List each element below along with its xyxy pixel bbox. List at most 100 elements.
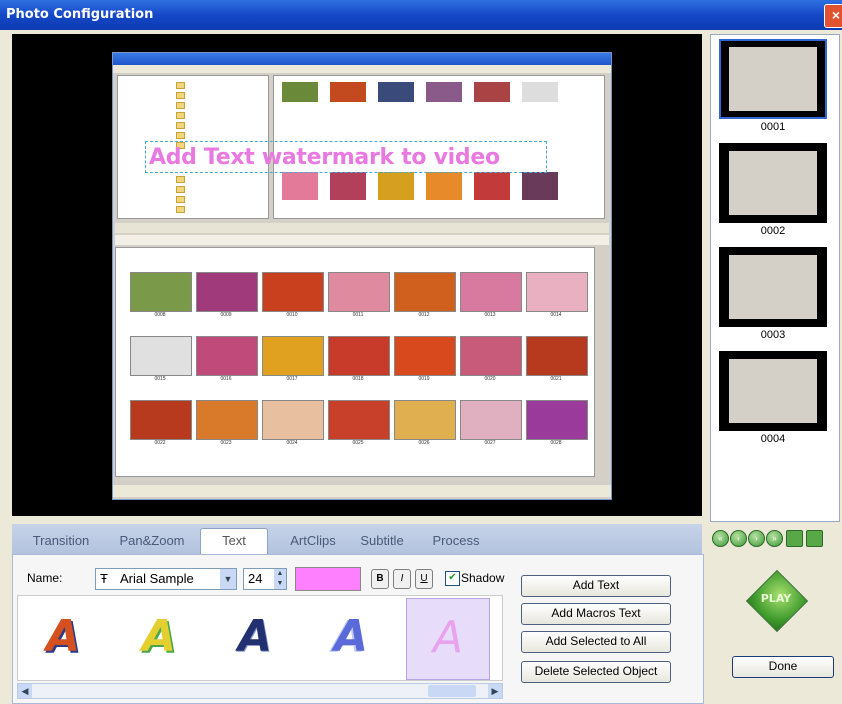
- photo-thumbnail: [328, 272, 390, 312]
- play-button[interactable]: PLAY: [745, 569, 809, 633]
- italic-button[interactable]: I: [393, 569, 411, 589]
- photo-label: 0025: [352, 440, 364, 446]
- photo-cell: 0023: [196, 400, 258, 446]
- photo-thumbnail: [196, 400, 258, 440]
- photo-thumbnail: [526, 272, 588, 312]
- folder-icon: [176, 112, 256, 120]
- photo-label: 0022: [154, 440, 166, 446]
- photo-cell: 0012: [394, 272, 456, 318]
- preview-canvas[interactable]: Add Text watermark to video 0008 0009 0010…: [12, 34, 702, 516]
- photo-label: 0026: [418, 440, 430, 446]
- photo-label: 0021: [550, 376, 562, 382]
- last-slide-icon[interactable]: »: [766, 530, 783, 547]
- preview-screenshot: Add Text watermark to video 0008 0009 0010…: [112, 52, 612, 500]
- photo-thumbnail: [262, 336, 324, 376]
- add-macros-text-button[interactable]: Add Macros Text: [521, 603, 671, 625]
- spinner-icon[interactable]: ▲ ▼: [274, 569, 286, 589]
- slide-thumbnail[interactable]: 0001: [719, 39, 827, 133]
- tab-panzoom[interactable]: Pan&Zoom: [112, 530, 192, 552]
- text-style-2[interactable]: A: [118, 598, 200, 678]
- text-style-3[interactable]: A: [214, 598, 296, 678]
- slide-thumbnail[interactable]: 0002: [719, 143, 827, 237]
- photo-cell: 0018: [328, 336, 390, 382]
- play-label: PLAY: [760, 592, 792, 605]
- first-slide-icon[interactable]: «: [712, 530, 729, 547]
- text-color-swatch[interactable]: [295, 567, 361, 591]
- photo-thumbnail: [460, 336, 522, 376]
- photo-label: 0013: [484, 312, 496, 318]
- scroll-right-icon[interactable]: ▶: [488, 684, 502, 698]
- slide-thumbnail[interactable]: 0003: [719, 247, 827, 341]
- add-text-button[interactable]: Add Text: [521, 575, 671, 597]
- preview-photo-grid: 0008 0009 0010 0011 0012 0013 0014 0015 0016 0017…: [115, 247, 595, 477]
- photo-cell: 0011: [328, 272, 390, 318]
- delete-selected-object-button[interactable]: Delete Selected Object: [521, 661, 671, 683]
- photo-thumbnail: [130, 400, 192, 440]
- watermark-text[interactable]: Add Text watermark to video: [149, 145, 500, 170]
- tab-transition[interactable]: Transition: [24, 530, 98, 552]
- flag-icon[interactable]: [786, 530, 803, 547]
- photo-cell: 0017: [262, 336, 324, 382]
- tab-artclips[interactable]: ArtClips: [274, 530, 352, 552]
- photo-label: 0010: [286, 312, 298, 318]
- underline-button[interactable]: U: [415, 569, 433, 589]
- photo-thumbnail: [460, 272, 522, 312]
- photo-cell: 0027: [460, 400, 522, 446]
- shadow-checkbox[interactable]: ✔: [445, 571, 460, 586]
- photo-cell: 0020: [460, 336, 522, 382]
- photo-label: 0020: [484, 376, 496, 382]
- photo-thumbnail: [522, 82, 558, 102]
- preview-tabs: [115, 223, 609, 233]
- chevron-down-icon[interactable]: ▼: [220, 569, 236, 589]
- photo-label: 0018: [352, 376, 364, 382]
- photo-thumbnail: [526, 336, 588, 376]
- preview-menubar: [113, 65, 611, 73]
- text-style-4[interactable]: A: [310, 598, 392, 678]
- photo-thumbnail: [282, 172, 318, 200]
- folder-icon: [176, 186, 256, 194]
- photo-label: 0011: [352, 312, 364, 318]
- photo-thumbnail: [378, 82, 414, 102]
- slide-thumbnail[interactable]: 0004: [719, 351, 827, 445]
- font-select[interactable]: Ŧ Arial Sample ▼: [95, 568, 237, 590]
- folder-icon: [176, 102, 256, 110]
- style-gallery-scrollbar[interactable]: ◀ ▶: [17, 683, 503, 699]
- font-size-stepper[interactable]: 24 ▲ ▼: [243, 568, 287, 590]
- tab-process[interactable]: Process: [426, 530, 486, 552]
- done-button[interactable]: Done: [732, 656, 834, 678]
- photo-label: 0028: [550, 440, 562, 446]
- photo-thumbnail: [426, 82, 462, 102]
- flag-icon[interactable]: [806, 530, 823, 547]
- photo-cell: 0028: [526, 400, 588, 446]
- photo-thumbnail: [526, 400, 588, 440]
- text-style-5[interactable]: A: [406, 598, 490, 680]
- preview-toolbar: [115, 235, 609, 245]
- photo-thumbnail: [474, 172, 510, 200]
- photo-thumbnail: [474, 82, 510, 102]
- tab-text[interactable]: Text: [200, 528, 268, 555]
- scroll-left-icon[interactable]: ◀: [18, 684, 32, 698]
- photo-thumbnail: [378, 172, 414, 200]
- photo-cell: 0008: [130, 272, 192, 318]
- slide-label: 0001: [760, 121, 786, 133]
- photo-label: 0023: [220, 440, 232, 446]
- photo-label: 0019: [418, 376, 430, 382]
- photo-thumbnail: [330, 172, 366, 200]
- shadow-label: Shadow: [461, 571, 505, 585]
- next-slide-icon[interactable]: ›: [748, 530, 765, 547]
- folder-icon: [176, 176, 256, 184]
- tab-subtitle[interactable]: Subtitle: [352, 530, 412, 552]
- photo-thumbnail: [394, 400, 456, 440]
- font-size-value: 24: [248, 571, 263, 586]
- text-style-1[interactable]: A: [22, 598, 104, 678]
- bold-button[interactable]: B: [371, 569, 389, 589]
- preview-window-titlebar: [113, 53, 611, 65]
- scrollbar-thumb[interactable]: [428, 685, 476, 697]
- photo-thumbnail: [196, 336, 258, 376]
- photo-cell: 0010: [262, 272, 324, 318]
- prev-slide-icon[interactable]: ‹: [730, 530, 747, 547]
- photo-thumbnail: [328, 400, 390, 440]
- close-button[interactable]: ×: [824, 4, 842, 28]
- add-selected-to-all-button[interactable]: Add Selected to All: [521, 631, 671, 653]
- photo-thumbnail: [394, 336, 456, 376]
